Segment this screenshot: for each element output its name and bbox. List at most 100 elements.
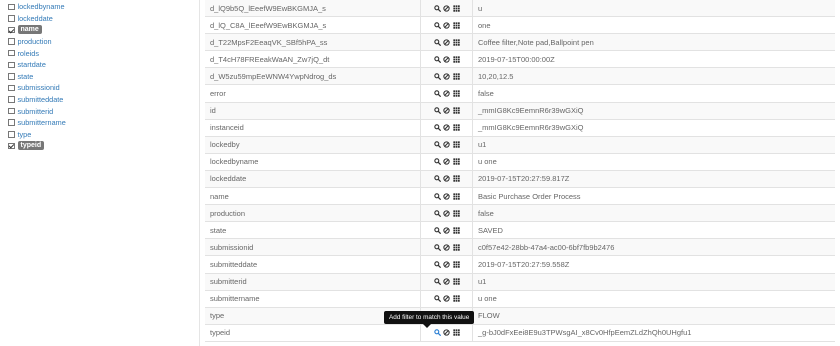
- columns-icon[interactable]: [452, 107, 460, 114]
- sidebar-field-submittername[interactable]: submittername: [8, 117, 199, 129]
- field-checkbox[interactable]: [8, 119, 15, 126]
- search-icon[interactable]: [433, 227, 441, 234]
- search-icon[interactable]: [433, 192, 441, 200]
- ban-icon[interactable]: [443, 329, 450, 337]
- sidebar-field-submitteddate[interactable]: submitteddate: [8, 94, 199, 106]
- search-icon[interactable]: [433, 278, 441, 285]
- search-icon[interactable]: [433, 175, 441, 183]
- columns-icon[interactable]: [452, 141, 460, 149]
- table-row: type FLOW: [205, 307, 835, 325]
- field-name-cell: error: [205, 85, 421, 102]
- sidebar-field-startdate[interactable]: startdate: [8, 59, 199, 71]
- field-checkbox[interactable]: [8, 142, 15, 150]
- sidebar-field-state[interactable]: state: [8, 71, 199, 83]
- columns-icon[interactable]: [452, 295, 460, 302]
- sidebar-field-typeid[interactable]: typeid: [8, 140, 199, 152]
- ban-icon[interactable]: [443, 90, 450, 97]
- sidebar-field-roleids[interactable]: roleids: [8, 47, 199, 59]
- field-checkbox[interactable]: [8, 26, 15, 34]
- search-icon[interactable]: [433, 56, 441, 63]
- search-icon[interactable]: [433, 261, 441, 268]
- table-row: error false: [205, 85, 835, 103]
- search-icon[interactable]: [433, 90, 441, 97]
- ban-icon[interactable]: [443, 4, 450, 12]
- columns-icon[interactable]: [452, 329, 460, 337]
- search-icon[interactable]: [433, 73, 441, 80]
- columns-icon[interactable]: [452, 227, 460, 234]
- ban-icon[interactable]: [443, 107, 450, 114]
- ban-icon[interactable]: [443, 39, 450, 46]
- field-name-cell: d_T4cH78FREeakWaAN_Zw7jQ_dt: [205, 51, 421, 68]
- sidebar-field-submitterid[interactable]: submitterid: [8, 105, 199, 117]
- search-icon[interactable]: [433, 21, 441, 29]
- field-value-cell: 2019-07-15T20:27:59.817Z: [478, 174, 570, 184]
- ban-icon[interactable]: [443, 244, 450, 251]
- table-row: d_T4cH78FREeakWaAN_Zw7jQ_dt 2019-07-15T00…: [205, 51, 835, 69]
- columns-icon[interactable]: [452, 124, 460, 131]
- sidebar-field-type[interactable]: type: [8, 129, 199, 141]
- row-actions: [421, 17, 473, 34]
- ban-icon[interactable]: [443, 73, 450, 80]
- ban-icon[interactable]: [443, 56, 450, 63]
- field-checkbox[interactable]: [8, 15, 15, 22]
- sidebar-field-name[interactable]: name: [8, 24, 199, 36]
- ban-icon[interactable]: [443, 192, 450, 200]
- field-label: lockeddate: [17, 13, 53, 23]
- columns-icon[interactable]: [452, 39, 460, 46]
- document-table: d_lQ9b5Q_lEeefW9EwBKGMJA_s u d_lQ_C8A_lEee…: [205, 0, 835, 342]
- search-icon[interactable]: [433, 244, 441, 251]
- field-value-cell: u1: [478, 140, 487, 150]
- field-checkbox[interactable]: [8, 84, 15, 92]
- ban-icon[interactable]: [443, 278, 450, 285]
- columns-icon[interactable]: [452, 261, 460, 268]
- field-value-cell: _g-bJ0dFxEei8E9u3TPWsgAI_x8Cv0HfpEemZLdZ…: [478, 328, 692, 338]
- search-icon[interactable]: [433, 329, 441, 337]
- columns-icon[interactable]: [452, 21, 460, 29]
- ban-icon[interactable]: [443, 141, 450, 148]
- columns-icon[interactable]: [452, 90, 460, 97]
- columns-icon[interactable]: [452, 278, 460, 285]
- columns-icon[interactable]: [452, 56, 460, 63]
- ban-icon[interactable]: [443, 209, 450, 217]
- field-checkbox[interactable]: [8, 107, 15, 115]
- search-icon[interactable]: [433, 158, 441, 166]
- field-checkbox[interactable]: [8, 96, 15, 103]
- columns-icon[interactable]: [452, 244, 460, 251]
- ban-icon[interactable]: [443, 158, 450, 166]
- columns-icon[interactable]: [452, 175, 460, 183]
- field-checkbox[interactable]: [8, 3, 15, 11]
- field-checkbox[interactable]: [8, 61, 15, 69]
- search-icon[interactable]: [433, 4, 441, 12]
- search-icon[interactable]: [433, 209, 441, 217]
- table-row: d_T22MpsF2EeaqVK_SBf5hPA_ss Coffee filter…: [205, 34, 835, 52]
- columns-icon[interactable]: [452, 4, 460, 12]
- sidebar-field-lockeddate[interactable]: lockeddate: [8, 13, 199, 25]
- search-icon[interactable]: [433, 295, 441, 303]
- field-checkbox[interactable]: [8, 73, 15, 80]
- search-icon[interactable]: [433, 124, 441, 132]
- sidebar-field-submissionid[interactable]: submissionid: [8, 82, 199, 94]
- columns-icon[interactable]: [452, 192, 460, 200]
- ban-icon[interactable]: [443, 124, 450, 131]
- columns-icon[interactable]: [452, 73, 460, 80]
- search-icon[interactable]: [433, 107, 441, 115]
- ban-icon[interactable]: [443, 175, 450, 183]
- row-actions: [421, 239, 473, 256]
- ban-icon[interactable]: [443, 261, 450, 268]
- field-checkbox[interactable]: [8, 131, 15, 138]
- field-value-cell: FLOW: [478, 311, 500, 321]
- ban-icon[interactable]: [443, 21, 450, 29]
- search-icon[interactable]: [433, 141, 441, 149]
- columns-icon[interactable]: [452, 158, 460, 166]
- search-icon[interactable]: [433, 39, 441, 46]
- columns-icon[interactable]: [452, 210, 460, 217]
- field-label: startdate: [17, 60, 46, 70]
- ban-icon[interactable]: [443, 295, 450, 302]
- field-value-cell: Coffee filter,Note pad,Ballpoint pen: [478, 37, 594, 47]
- sidebar-field-production[interactable]: production: [8, 36, 199, 48]
- field-value-cell: SAVED: [478, 225, 503, 235]
- sidebar-field-lockedbyname[interactable]: lockedbyname: [8, 1, 199, 13]
- field-checkbox[interactable]: [8, 38, 15, 45]
- ban-icon[interactable]: [443, 227, 450, 234]
- field-checkbox[interactable]: [8, 49, 15, 57]
